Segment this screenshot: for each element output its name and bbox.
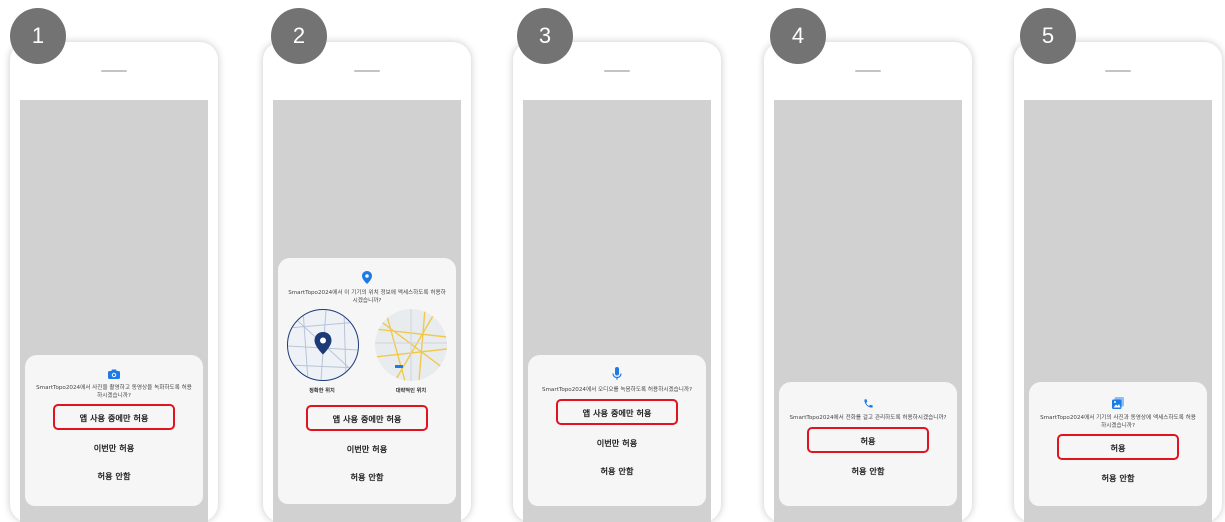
step-number-badge: 1: [10, 8, 66, 64]
location-pin-icon: [362, 271, 372, 284]
permission-dialog: SmartTopo2024에서 이 기기의 위치 정보에 액세스하도록 허용하시…: [278, 258, 456, 504]
precise-location-map[interactable]: [287, 309, 359, 381]
allow-once-button[interactable]: 이번만 허용: [25, 434, 203, 462]
permission-dialog: SmartTopo2024에서 오디오를 녹음하도록 허용하시겠습니까? 앱 사…: [528, 355, 706, 506]
phone-icon: [863, 399, 873, 408]
permission-dialog: SmartTopo2024에서 기기의 사진과 동영상에 액세스하도록 허용하시…: [1029, 382, 1207, 506]
camera-icon: [108, 369, 120, 379]
phone-mockup-5: SmartTopo2024에서 기기의 사진과 동영상에 액세스하도록 허용하시…: [1014, 42, 1222, 522]
location-accuracy-options: 정확한 위치 대략적인 위치: [278, 309, 456, 394]
speaker-slot: [604, 70, 630, 72]
phone-screen: SmartTopo2024에서 이 기기의 위치 정보에 액세스하도록 허용하시…: [273, 100, 461, 522]
phone-screen: SmartTopo2024에서 기기의 사진과 동영상에 액세스하도록 허용하시…: [1024, 100, 1212, 522]
speaker-slot: [855, 70, 881, 72]
phone-screen: SmartTopo2024에서 오디오를 녹음하도록 허용하시겠습니까? 앱 사…: [523, 100, 711, 522]
allow-while-using-button[interactable]: 앱 사용 중에만 허용: [25, 404, 203, 432]
speaker-slot: [101, 70, 127, 72]
approximate-location-map[interactable]: [375, 309, 447, 381]
precise-map-image: [288, 310, 358, 380]
precise-location-label: 정확한 위치: [309, 388, 335, 394]
deny-button[interactable]: 허용 안함: [278, 463, 456, 491]
approximate-map-image: [375, 309, 447, 381]
allow-once-button[interactable]: 이번만 허용: [528, 429, 706, 457]
permission-message: SmartTopo2024에서 오디오를 녹음하도록 허용하시겠습니까?: [541, 387, 693, 393]
step-number-badge: 2: [271, 8, 327, 64]
permission-dialog: SmartTopo2024에서 전화를 걸고 관리하도록 허용하시겠습니까? 허…: [779, 382, 957, 506]
photo-icon: [1112, 397, 1124, 409]
allow-while-using-button[interactable]: 앱 사용 중에만 허용: [278, 405, 456, 433]
deny-button[interactable]: 허용 안함: [25, 462, 203, 490]
permission-dialog: SmartTopo2024에서 사진을 촬영하고 동영상을 녹화하도록 허용하시…: [25, 355, 203, 506]
step-number-badge: 3: [517, 8, 573, 64]
phone-mockup-2: SmartTopo2024에서 이 기기의 위치 정보에 액세스하도록 허용하시…: [263, 42, 471, 522]
permission-message: SmartTopo2024에서 이 기기의 위치 정보에 액세스하도록 허용하시…: [288, 290, 446, 304]
speaker-slot: [1105, 70, 1131, 72]
microphone-icon: [612, 367, 622, 380]
permission-message: SmartTopo2024에서 전화를 걸고 관리하도록 허용하시겠습니까?: [789, 415, 947, 421]
phone-mockup-1: SmartTopo2024에서 사진을 촬영하고 동영상을 녹화하도록 허용하시…: [10, 42, 218, 522]
allow-once-button[interactable]: 이번만 허용: [278, 435, 456, 463]
deny-button[interactable]: 허용 안함: [779, 457, 957, 485]
phone-mockup-4: SmartTopo2024에서 전화를 걸고 관리하도록 허용하시겠습니까? 허…: [764, 42, 972, 522]
deny-button[interactable]: 허용 안함: [1029, 464, 1207, 492]
permission-message: SmartTopo2024에서 기기의 사진과 동영상에 액세스하도록 허용하시…: [1040, 415, 1196, 429]
allow-button[interactable]: 허용: [1029, 434, 1207, 462]
allow-while-using-button[interactable]: 앱 사용 중에만 허용: [528, 398, 706, 427]
phone-screen: SmartTopo2024에서 사진을 촬영하고 동영상을 녹화하도록 허용하시…: [20, 100, 208, 522]
deny-button[interactable]: 허용 안함: [528, 457, 706, 485]
approximate-location-label: 대략적인 위치: [395, 388, 427, 394]
step-number-badge: 4: [770, 8, 826, 64]
phone-mockup-3: SmartTopo2024에서 오디오를 녹음하도록 허용하시겠습니까? 앱 사…: [513, 42, 721, 522]
permission-message: SmartTopo2024에서 사진을 촬영하고 동영상을 녹화하도록 허용하시…: [36, 385, 192, 399]
phone-screen: SmartTopo2024에서 전화를 걸고 관리하도록 허용하시겠습니까? 허…: [774, 100, 962, 522]
step-number-badge: 5: [1020, 8, 1076, 64]
allow-button[interactable]: 허용: [779, 426, 957, 455]
speaker-slot: [354, 70, 380, 72]
